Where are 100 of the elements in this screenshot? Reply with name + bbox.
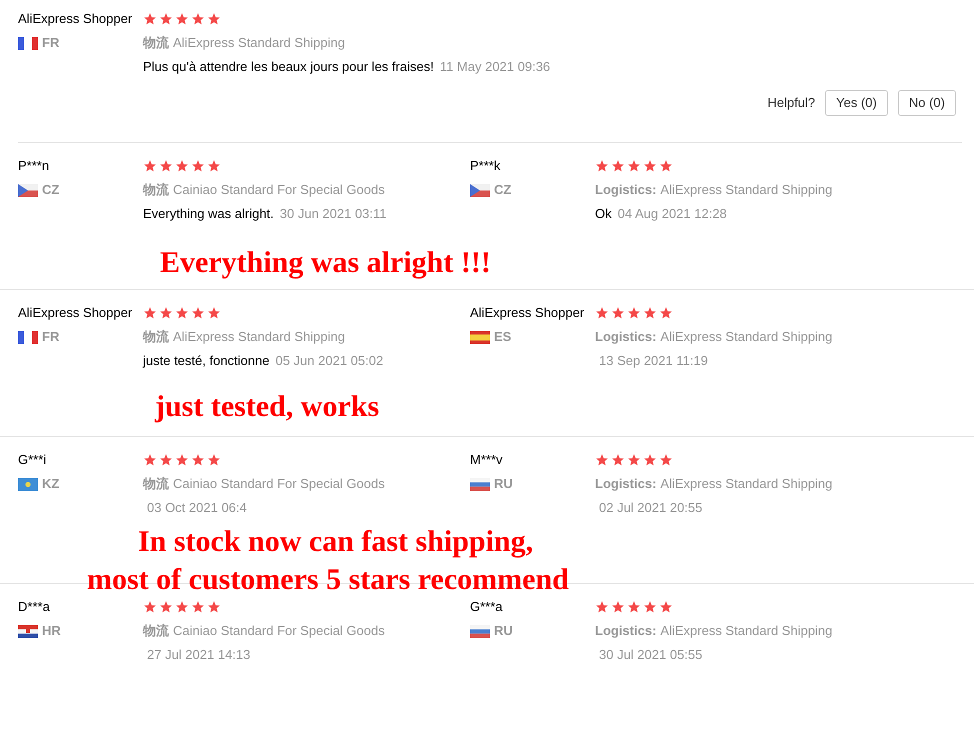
- star-icon: [595, 159, 609, 173]
- review-date: 27 Jul 2021 14:13: [146, 646, 250, 664]
- logistics-method: AliExpress Standard Shipping: [660, 622, 832, 640]
- logistics-method: Cainiao Standard For Special Goods: [173, 475, 385, 494]
- star-icon: [611, 453, 625, 467]
- star-icon: [627, 453, 641, 467]
- star-icon: [159, 306, 173, 320]
- star-icon: [643, 600, 657, 614]
- country-code: CZ: [494, 181, 512, 200]
- country-code: RU: [494, 622, 513, 640]
- review-date: 04 Aug 2021 12:28: [618, 205, 727, 224]
- star-icon: [175, 600, 189, 614]
- flag-icon: [470, 330, 490, 344]
- promo-banner-text: In stock now can fast shipping,: [138, 527, 534, 557]
- review-date: 30 Jul 2021 05:55: [598, 646, 702, 664]
- star-icon: [207, 159, 221, 173]
- star-icon: [191, 12, 205, 26]
- review-comment: juste testé, fonctionne: [143, 352, 270, 370]
- reviewer-name: G***a: [470, 598, 504, 616]
- logistics-method: AliExpress Standard Shipping: [173, 34, 345, 52]
- country-code: FR: [42, 328, 60, 346]
- review-comment: Plus qu'à attendre les beaux jours pour les fraises!: [143, 58, 434, 76]
- logistics-method: AliExpress Standard Shipping: [660, 328, 832, 346]
- country-code: HR: [42, 622, 61, 640]
- logistics-label: Logistics:: [595, 181, 656, 200]
- flag-icon: [18, 184, 38, 196]
- reviewer-name: M***v: [470, 451, 504, 469]
- logistics-method: AliExpress Standard Shipping: [660, 475, 832, 494]
- star-icon: [643, 453, 657, 467]
- star-icon: [143, 600, 157, 614]
- logistics-label: 物流: [143, 622, 169, 640]
- flag-icon: [18, 478, 38, 490]
- promo-banner-text: Everything was alright !!!: [160, 248, 491, 278]
- star-icon: [191, 453, 205, 467]
- star-icon: [659, 453, 673, 467]
- flag-icon: [470, 184, 490, 196]
- reviewer-name: D***a: [18, 598, 51, 616]
- flag-icon: [18, 624, 38, 638]
- star-icon: [159, 159, 173, 173]
- promo-banner-text: most of customers 5 stars recommend: [87, 565, 569, 595]
- star-icon: [611, 159, 625, 173]
- logistics-method: Cainiao Standard For Special Goods: [173, 622, 385, 640]
- star-icon: [207, 600, 221, 614]
- star-icon: [191, 306, 205, 320]
- star-icon: [175, 306, 189, 320]
- star-icon: [643, 306, 657, 320]
- no-button[interactable]: No (0): [898, 90, 956, 116]
- review-date: 13 Sep 2021 11:19: [598, 352, 708, 370]
- yes-button[interactable]: Yes (0): [825, 90, 888, 116]
- review-comment: Everything was alright.: [143, 205, 274, 224]
- star-icon: [643, 159, 657, 173]
- star-icon: [611, 306, 625, 320]
- star-icon: [595, 306, 609, 320]
- star-icon: [595, 600, 609, 614]
- country-code: CZ: [42, 181, 60, 200]
- star-icon: [627, 306, 641, 320]
- logistics-label: 物流: [143, 181, 169, 200]
- logistics-method: Cainiao Standard For Special Goods: [173, 181, 385, 200]
- star-icon: [143, 453, 157, 467]
- star-icon: [175, 12, 189, 26]
- logistics-label: 物流: [143, 475, 169, 494]
- star-icon: [627, 600, 641, 614]
- reviewer-name: AliExpress Shopper: [18, 304, 134, 322]
- helpful-label: Helpful?: [767, 94, 816, 112]
- review-date: 03 Oct 2021 06:4: [146, 499, 247, 518]
- review-date: 02 Jul 2021 20:55: [598, 499, 702, 518]
- logistics-method: AliExpress Standard Shipping: [660, 181, 832, 200]
- country-code: FR: [42, 34, 60, 52]
- reviewer-name: AliExpress Shopper: [470, 304, 586, 322]
- flag-icon: [18, 36, 38, 50]
- star-icon: [175, 453, 189, 467]
- logistics-label: 物流: [143, 34, 169, 52]
- star-icon: [159, 453, 173, 467]
- logistics-label: Logistics:: [595, 622, 656, 640]
- star-icon: [207, 12, 221, 26]
- promo-banner-text: just tested, works: [155, 392, 380, 422]
- reviewer-name: AliExpress Shopper: [18, 10, 134, 28]
- flag-icon: [18, 330, 38, 344]
- flag-icon: [470, 478, 490, 490]
- star-icon: [595, 453, 609, 467]
- star-icon: [143, 306, 157, 320]
- country-code: RU: [494, 475, 513, 494]
- review-date: 30 Jun 2021 03:11: [280, 205, 387, 224]
- star-icon: [207, 453, 221, 467]
- reviewer-name: P***k: [470, 157, 502, 175]
- star-icon: [659, 600, 673, 614]
- review-date: 05 Jun 2021 05:02: [275, 352, 384, 370]
- country-code: KZ: [42, 475, 60, 494]
- logistics-method: AliExpress Standard Shipping: [173, 328, 345, 346]
- star-icon: [191, 159, 205, 173]
- star-icon: [659, 159, 673, 173]
- star-icon: [627, 159, 641, 173]
- logistics-label: Logistics:: [595, 328, 656, 346]
- star-icon: [611, 600, 625, 614]
- star-icon: [659, 306, 673, 320]
- review-date: 11 May 2021 09:36: [440, 58, 550, 76]
- flag-icon: [470, 624, 490, 638]
- country-code: ES: [494, 328, 512, 346]
- star-icon: [207, 306, 221, 320]
- star-icon: [159, 600, 173, 614]
